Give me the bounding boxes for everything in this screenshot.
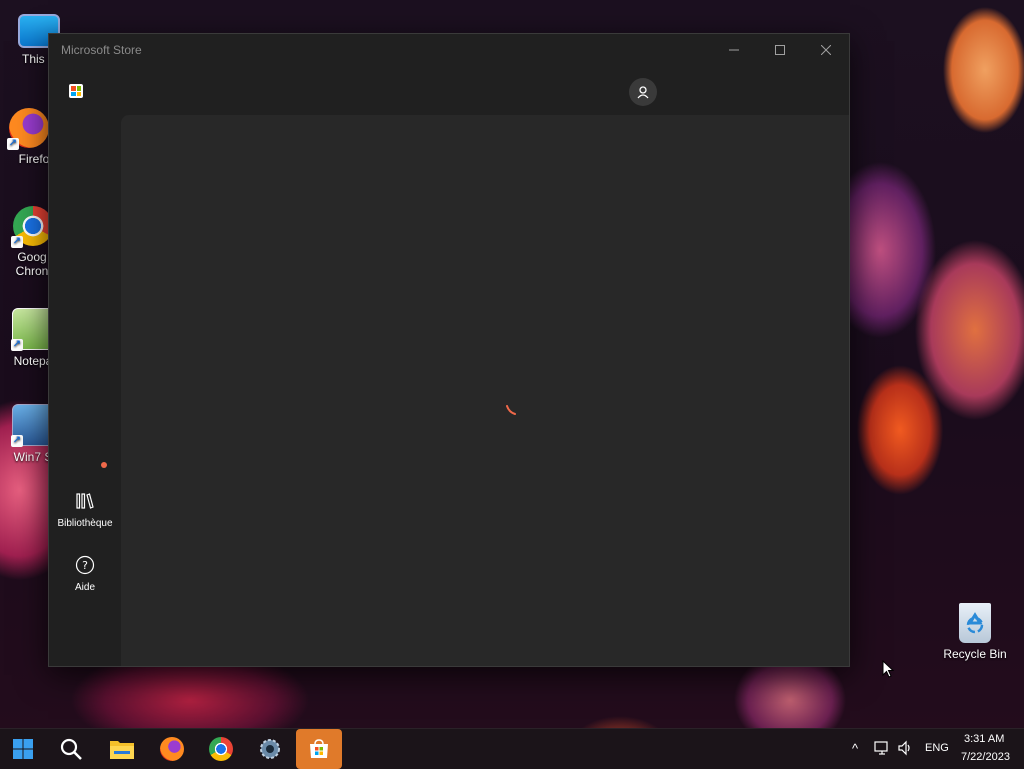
taskbar: ^ ENG 3:31 AM 7/22/2023	[0, 728, 1024, 769]
loading-spinner-icon	[506, 405, 516, 415]
shortcut-arrow-icon: ↗	[11, 236, 23, 248]
language-indicator[interactable]: ENG	[925, 742, 949, 754]
network-icon[interactable]	[874, 740, 890, 756]
start-button[interactable]	[0, 729, 46, 769]
maximize-button[interactable]	[757, 34, 803, 66]
close-icon	[821, 45, 831, 55]
help-icon: ?	[74, 554, 96, 576]
desktop-icon-recycle-bin[interactable]: Recycle Bin	[940, 603, 1010, 661]
folder-icon	[110, 741, 134, 759]
windows-logo-icon	[13, 739, 33, 759]
svg-text:?: ?	[82, 559, 88, 572]
taskbar-file-explorer[interactable]	[99, 729, 145, 769]
person-icon	[637, 86, 649, 99]
taskbar-chrome[interactable]	[198, 729, 244, 769]
notification-badge	[101, 462, 107, 468]
minimize-button[interactable]	[711, 34, 757, 66]
store-header	[49, 66, 849, 115]
show-hidden-icons-chevron-up-icon[interactable]: ^	[852, 741, 858, 756]
search-button[interactable]	[48, 729, 94, 769]
recycle-symbol-icon	[966, 612, 984, 634]
volume-icon[interactable]	[897, 740, 913, 756]
window-title: Microsoft Store	[61, 43, 142, 57]
shortcut-arrow-icon: ↗	[11, 435, 23, 447]
shortcut-arrow-icon: ↗	[7, 138, 19, 150]
window-titlebar[interactable]: Microsoft Store	[49, 34, 849, 66]
clock-date[interactable]: 7/22/2023	[961, 751, 1010, 763]
content-area	[121, 115, 849, 666]
taskbar-firefox[interactable]	[149, 729, 195, 769]
firefox-icon	[160, 737, 184, 761]
recycle-bin-icon	[959, 603, 991, 643]
clock-time[interactable]: 3:31 AM	[964, 733, 1004, 745]
desktop-icon-label: Recycle Bin	[943, 647, 1007, 661]
chrome-icon	[209, 737, 233, 761]
microsoft-store-window: Microsoft Store Bibliothèque ? Aide	[48, 33, 850, 667]
shortcut-arrow-icon: ↗	[11, 339, 23, 351]
nav-item-label: Bibliothèque	[57, 518, 113, 529]
close-button[interactable]	[803, 34, 849, 66]
search-icon	[60, 738, 82, 760]
chrome-icon: ↗	[11, 206, 53, 248]
store-logo-icon	[69, 84, 83, 98]
nav-item-label: Aide	[74, 582, 95, 593]
nav-item-help[interactable]: ? Aide	[49, 554, 121, 593]
account-button[interactable]	[629, 78, 657, 106]
taskbar-microsoft-store[interactable]	[296, 729, 342, 769]
library-icon	[74, 490, 96, 512]
maximize-icon	[775, 45, 785, 55]
desktop-icon-label: Goog Chron	[15, 250, 49, 278]
store-bag-icon	[310, 739, 328, 758]
taskbar-settings[interactable]	[247, 729, 293, 769]
firefox-icon: ↗	[7, 108, 49, 150]
minimize-icon	[729, 49, 739, 51]
gear-icon	[260, 739, 280, 759]
nav-item-library[interactable]: Bibliothèque	[49, 490, 121, 529]
mouse-cursor-icon	[882, 660, 894, 678]
